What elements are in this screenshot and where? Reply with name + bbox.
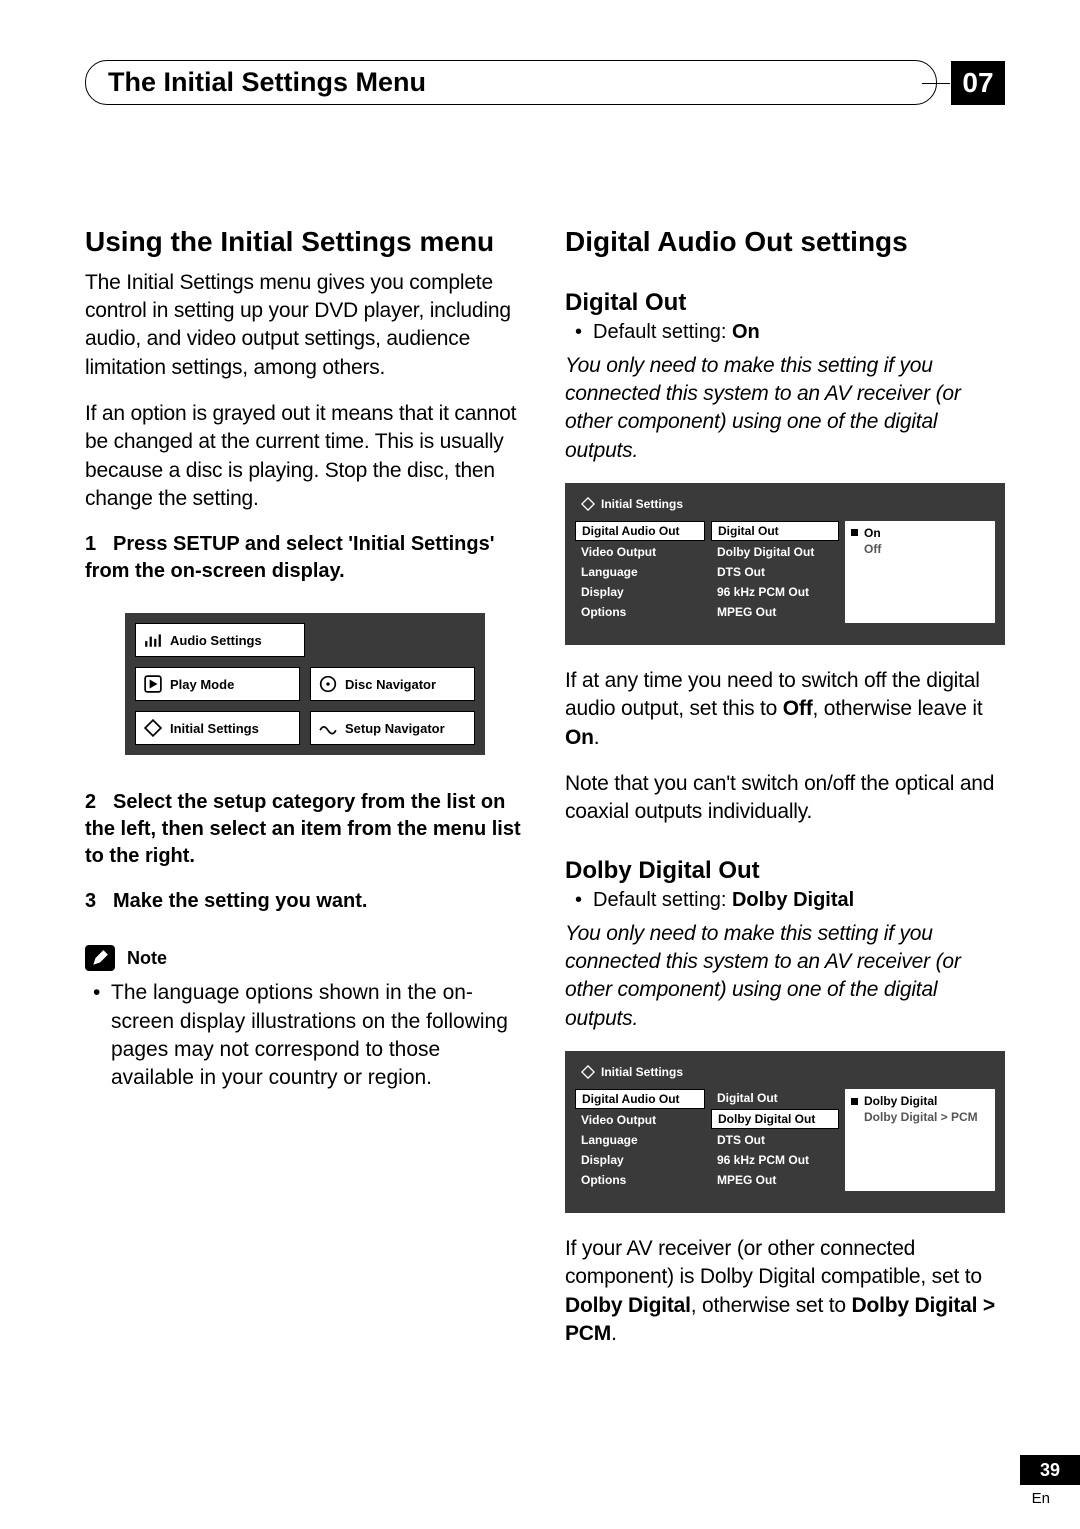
menu-item-disc-navigator: Disc Navigator	[310, 667, 475, 701]
step-text: Make the setting you want.	[113, 890, 367, 912]
osd-body: Digital Audio Out Video Output Language …	[575, 521, 995, 623]
subhead-dolby-digital-out: Dolby Digital Out	[565, 857, 1005, 885]
paragraph-switch-off: If at any time you need to switch off th…	[565, 667, 1005, 752]
note-bullet-list: The language options shown in the on-scr…	[85, 979, 525, 1092]
default-setting-list: Default setting: Dolby Digital	[565, 889, 1005, 912]
section-heading-digital-audio: Digital Audio Out settings	[565, 225, 1005, 259]
osd-category-item: Options	[575, 1171, 705, 1189]
osd-category-column: Digital Audio Out Video Output Language …	[575, 1089, 705, 1191]
osd-setting-item: Dolby Digital Out	[711, 543, 839, 561]
chapter-number: 07	[951, 61, 1005, 105]
menu-label: Setup Navigator	[345, 721, 445, 736]
osd-category-item: Language	[575, 563, 705, 581]
menu-item-setup-navigator: Setup Navigator	[310, 711, 475, 745]
osd-category-item: Video Output	[575, 543, 705, 561]
note-label: Note	[127, 948, 167, 969]
osd-title: Initial Settings	[581, 1065, 995, 1079]
step-2: 2Select the setup category from the list…	[85, 789, 525, 870]
step-number: 3	[85, 888, 113, 915]
selected-marker-icon	[851, 1098, 858, 1105]
osd-setting-item: MPEG Out	[711, 603, 839, 621]
osd-setting-item: MPEG Out	[711, 1171, 839, 1189]
default-setting: Default setting: Dolby Digital	[565, 889, 1005, 912]
menu-label: Initial Settings	[170, 721, 259, 736]
osd-setting-item: Digital Out	[711, 1089, 839, 1107]
menu-item-play-mode: Play Mode	[135, 667, 300, 701]
osd-title-text: Initial Settings	[601, 497, 683, 511]
intro-paragraph-2: If an option is grayed out it means that…	[85, 400, 525, 513]
osd-value-item: Off	[851, 541, 989, 557]
menu-label: Play Mode	[170, 677, 234, 692]
osd-category-item: Display	[575, 1151, 705, 1169]
equalizer-icon	[144, 632, 162, 648]
menu-label: Audio Settings	[170, 633, 262, 648]
diamond-icon	[581, 497, 595, 511]
paragraph-optical-coaxial: Note that you can't switch on/off the op…	[565, 770, 1005, 827]
play-mode-icon	[144, 676, 162, 692]
page-header: The Initial Settings Menu 07	[85, 60, 1005, 105]
default-setting-list: Default setting: On	[565, 321, 1005, 344]
pencil-icon	[85, 945, 115, 971]
osd-setting-column: Digital Out Dolby Digital Out DTS Out 96…	[711, 521, 839, 623]
menu-item-initial-settings: Initial Settings	[135, 711, 300, 745]
osd-setting-column: Digital Out Dolby Digital Out DTS Out 96…	[711, 1089, 839, 1191]
osd-category-item: Digital Audio Out	[575, 521, 705, 541]
osd-setting-item: DTS Out	[711, 1131, 839, 1149]
step-3: 3Make the setting you want.	[85, 888, 525, 915]
osd-setting-item: DTS Out	[711, 563, 839, 581]
osd-value-item: Dolby Digital	[851, 1093, 989, 1109]
step-number: 1	[85, 531, 113, 558]
note-header: Note	[85, 945, 525, 971]
osd-category-item: Video Output	[575, 1111, 705, 1129]
osd-setting-item: Dolby Digital Out	[711, 1109, 839, 1129]
osd-setting-item: Digital Out	[711, 521, 839, 541]
language-label: En	[1032, 1490, 1050, 1507]
diamond-icon	[144, 720, 162, 736]
section-heading-using: Using the Initial Settings menu	[85, 225, 525, 259]
paragraph-dolby-compatible: If your AV receiver (or other connected …	[565, 1235, 1005, 1348]
osd-category-item: Digital Audio Out	[575, 1089, 705, 1109]
left-column: Using the Initial Settings menu The Init…	[85, 225, 525, 1366]
osd-value-item: Dolby Digital > PCM	[851, 1109, 989, 1125]
wave-icon	[319, 720, 337, 736]
osd-category-item: Language	[575, 1131, 705, 1149]
note-bullet: The language options shown in the on-scr…	[89, 979, 525, 1092]
setup-menu-screenshot: Audio Settings Play Mode Disc Navigator	[125, 613, 485, 755]
osd-body: Digital Audio Out Video Output Language …	[575, 1089, 995, 1191]
osd-category-item: Options	[575, 603, 705, 621]
right-column: Digital Audio Out settings Digital Out D…	[565, 225, 1005, 1366]
osd-category-column: Digital Audio Out Video Output Language …	[575, 521, 705, 623]
osd-value-item: On	[851, 525, 989, 541]
italic-note-1: You only need to make this setting if yo…	[565, 352, 1005, 465]
step-number: 2	[85, 789, 113, 816]
osd-title: Initial Settings	[581, 497, 995, 511]
selected-marker-icon	[851, 529, 858, 536]
italic-note-2: You only need to make this setting if yo…	[565, 920, 1005, 1033]
osd-value-column: Dolby Digital Dolby Digital > PCM	[845, 1089, 995, 1191]
step-1: 1Press SETUP and select 'Initial Setting…	[85, 531, 525, 585]
step-text: Select the setup category from the list …	[85, 791, 521, 867]
osd-value-column: On Off	[845, 521, 995, 623]
step-text: Press SETUP and select 'Initial Settings…	[85, 533, 495, 582]
osd-setting-item: 96 kHz PCM Out	[711, 1151, 839, 1169]
page-number: 39	[1020, 1455, 1080, 1485]
disc-icon	[319, 676, 337, 692]
menu-item-audio-settings: Audio Settings	[135, 623, 305, 657]
menu-label: Disc Navigator	[345, 677, 436, 692]
osd-screenshot-digital-out: Initial Settings Digital Audio Out Video…	[565, 483, 1005, 645]
osd-title-text: Initial Settings	[601, 1065, 683, 1079]
subhead-digital-out: Digital Out	[565, 289, 1005, 317]
diamond-icon	[581, 1065, 595, 1079]
default-setting: Default setting: On	[565, 321, 1005, 344]
osd-setting-item: 96 kHz PCM Out	[711, 583, 839, 601]
intro-paragraph-1: The Initial Settings menu gives you comp…	[85, 269, 525, 382]
header-title: The Initial Settings Menu	[85, 60, 937, 105]
osd-screenshot-dolby-digital: Initial Settings Digital Audio Out Video…	[565, 1051, 1005, 1213]
osd-category-item: Display	[575, 583, 705, 601]
